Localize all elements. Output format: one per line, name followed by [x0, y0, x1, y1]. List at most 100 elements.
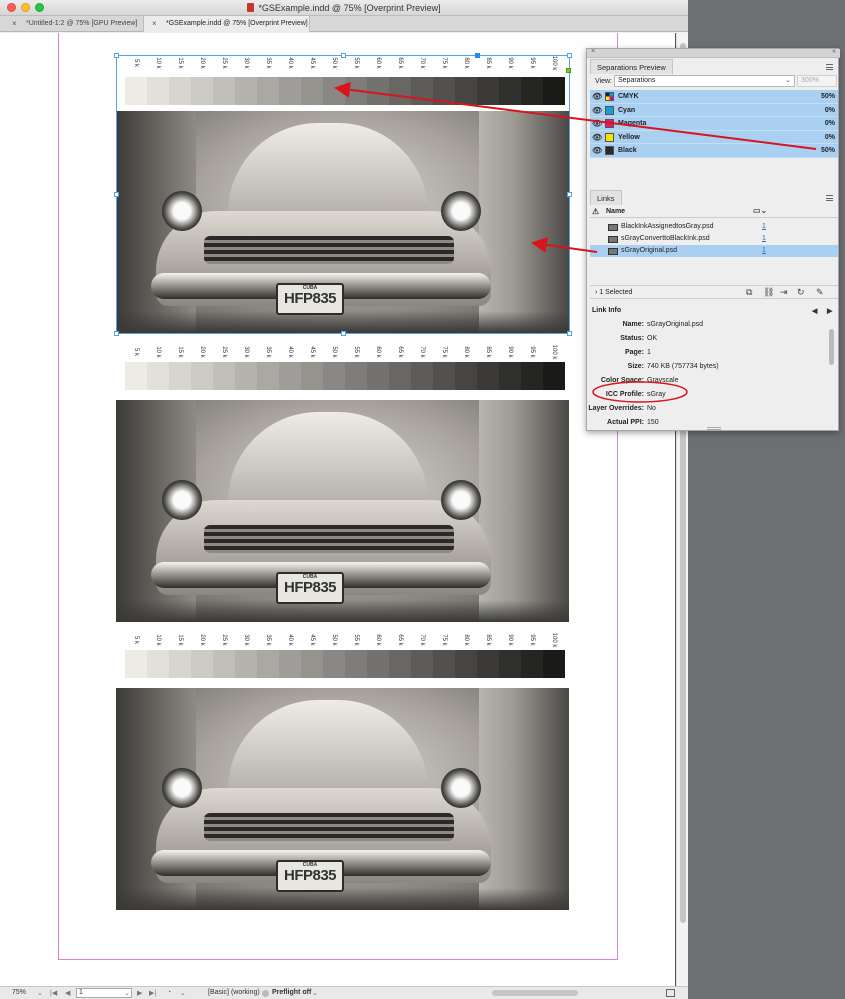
eye-icon[interactable]: 👁: [592, 146, 602, 155]
ramp-swatch: [169, 650, 191, 678]
link-name: sGrayOriginal.psd: [621, 247, 678, 254]
preflight-status[interactable]: Preflight off: [272, 989, 311, 996]
license-plate: CUBA HFP835: [276, 572, 344, 604]
eye-icon[interactable]: 👁: [592, 106, 602, 115]
resize-handle[interactable]: [567, 53, 572, 58]
previous-page-icon[interactable]: ◀: [65, 989, 70, 997]
separation-percent: 50%: [820, 93, 835, 100]
separation-row-magenta[interactable]: 👁 Magenta 0%: [590, 117, 838, 131]
image-block-3[interactable]: 5 k 10 k 15 k 20 k 25 k 30 k 35 k 40 k 45 k 50 k 5…: [116, 632, 569, 912]
open-page-icon[interactable]: ◔: [167, 989, 171, 996]
selection-frame[interactable]: [114, 53, 572, 336]
panel-resize-grip[interactable]: [707, 427, 721, 430]
tab-untitled[interactable]: × *Untitled-1:2 @ 75% [GPU Preview]: [4, 16, 144, 32]
update-link-icon[interactable]: ↻: [797, 287, 805, 298]
resize-handle[interactable]: [567, 192, 572, 197]
separation-name: Magenta: [618, 120, 647, 127]
last-page-icon[interactable]: ▶|: [149, 989, 156, 997]
resize-handle[interactable]: [114, 53, 119, 58]
link-info-title: Link Info: [592, 307, 622, 314]
separation-row-black[interactable]: 👁 Black 50%: [590, 144, 838, 158]
tab-close-icon[interactable]: ×: [152, 19, 157, 28]
collapse-arrow-icon[interactable]: ›: [595, 289, 597, 296]
link-row-original[interactable]: sGrayOriginal.psd 1: [590, 245, 838, 257]
car-photo[interactable]: CUBA HFP835: [116, 688, 569, 910]
ramp-label: 30 k: [243, 346, 249, 358]
panel-menu-icon[interactable]: [826, 195, 833, 201]
zoom-dropdown-icon[interactable]: ⌄: [37, 989, 43, 997]
warning-icon[interactable]: ⚠: [592, 207, 599, 216]
separation-name: Yellow: [618, 133, 640, 141]
link-page-number[interactable]: 1: [762, 235, 766, 242]
go-to-link-icon[interactable]: ⇥: [780, 287, 788, 298]
resize-handle[interactable]: [567, 331, 572, 336]
link-info-list: Name: sGrayOriginal.psd Status: OK Page: 1 …: [588, 321, 826, 429]
scroll-thumb[interactable]: [829, 329, 834, 365]
link-info-header: Link Info ◀ ▶: [590, 307, 838, 317]
info-key: Size:: [627, 363, 644, 370]
relink-icon[interactable]: ⛓: [763, 287, 774, 298]
link-page-number[interactable]: 1: [762, 247, 766, 254]
ramp-label: 95 k: [529, 634, 535, 646]
resize-handle[interactable]: [114, 331, 119, 336]
separation-row-yellow[interactable]: 👁 Yellow 0%: [590, 130, 838, 144]
link-name: BlackInkAssignedtosGray.psd: [621, 223, 714, 230]
ramp-label: 35 k: [265, 634, 271, 646]
separation-name: Cyan: [618, 106, 636, 114]
ramp-label: 10 k: [155, 634, 161, 646]
panel-title-bar[interactable]: × «: [587, 48, 840, 58]
resize-handle[interactable]: [341, 331, 346, 336]
ramp-swatch: [521, 650, 543, 678]
live-corners-handle[interactable]: [566, 68, 571, 73]
previous-link-icon[interactable]: ◀: [812, 307, 817, 315]
tab-separations-preview[interactable]: Separations Preview: [590, 59, 673, 74]
preflight-menu-icon[interactable]: ⌄: [312, 989, 318, 997]
document-tab-bar: × *Untitled-1:2 @ 75% [GPU Preview] × *G…: [0, 16, 688, 32]
separation-row-cmyk[interactable]: 👁 CMYK 50%: [590, 90, 838, 104]
ramp-swatch: [455, 650, 477, 678]
next-page-icon[interactable]: ▶: [137, 989, 142, 997]
info-key: Name:: [622, 321, 644, 328]
separation-row-cyan[interactable]: 👁 Cyan 0%: [590, 103, 838, 117]
separation-name: CMYK: [618, 93, 639, 100]
link-row-convert[interactable]: sGrayConverttoBlackInk.psd 1: [590, 233, 838, 245]
next-link-icon[interactable]: ▶: [827, 307, 832, 315]
zoom-level[interactable]: 75%: [12, 989, 26, 996]
preflight-profile[interactable]: [Basic] (working): [208, 989, 260, 996]
right-headlight: [441, 480, 481, 520]
content-grabber[interactable]: [475, 53, 480, 58]
page-menu-icon[interactable]: ⌄: [180, 989, 186, 997]
first-page-icon[interactable]: |◀: [50, 989, 57, 997]
image-block-2[interactable]: 5 k 10 k 15 k 20 k 25 k 30 k 35 k 40 k 45 k 50 k 5…: [116, 344, 569, 624]
info-key: Color Space:: [600, 377, 644, 384]
ramp-label: 55 k: [353, 634, 359, 646]
ramp-swatch: [477, 362, 499, 390]
eye-icon[interactable]: 👁: [592, 133, 602, 142]
panel-menu-icon[interactable]: [826, 64, 833, 70]
eye-icon[interactable]: 👁: [592, 92, 602, 101]
show-link-info-icon[interactable]: ⧉: [746, 287, 752, 298]
eye-icon[interactable]: 👁: [592, 119, 602, 128]
car-photo[interactable]: CUBA HFP835: [116, 400, 569, 622]
view-select[interactable]: Separations ⌄: [614, 75, 795, 87]
tab-gsexample[interactable]: × *GSExample.indd @ 75% [Overprint Previ…: [144, 16, 310, 32]
name-column-header[interactable]: Name: [606, 208, 625, 215]
tab-close-icon[interactable]: ×: [12, 19, 17, 28]
panel-collapse-icon[interactable]: «: [832, 48, 836, 55]
horizontal-scroll-thumb[interactable]: [492, 990, 578, 996]
resize-handle[interactable]: [341, 53, 346, 58]
resize-handle[interactable]: [114, 192, 119, 197]
edit-original-icon[interactable]: ✎: [816, 287, 824, 298]
pasteboard[interactable]: 5 k 10 k 15 k 20 k 25 k 30 k 35 k 40 k 45 k 50 k5…: [0, 33, 676, 986]
ramp-swatch: [411, 650, 433, 678]
link-row-blackink[interactable]: BlackInkAssignedtosGray.psd 1: [590, 221, 838, 233]
panel-close-icon[interactable]: ×: [591, 48, 595, 55]
tab-links[interactable]: Links: [590, 190, 622, 205]
split-window-icon[interactable]: [666, 989, 675, 997]
link-page-number[interactable]: 1: [762, 223, 766, 230]
image-link-icon: [608, 224, 618, 231]
page-column-icon[interactable]: ▭⌄: [753, 206, 767, 215]
link-info-scrollbar[interactable]: [829, 321, 835, 429]
page-dropdown-icon[interactable]: ⌄: [124, 989, 130, 997]
zoom-select[interactable]: 300%: [797, 75, 837, 87]
